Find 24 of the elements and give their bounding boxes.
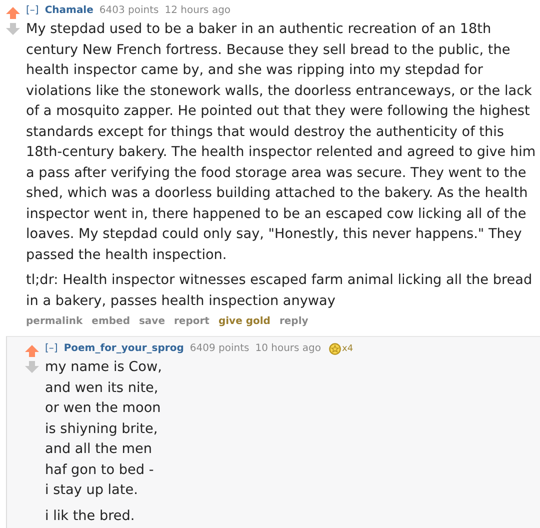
action-link[interactable]: permalink [26, 316, 83, 327]
upvote-arrow-icon[interactable] [25, 345, 39, 357]
comment-text: i lik the bred. [45, 506, 136, 526]
downvote-arrow-icon[interactable] [25, 361, 39, 373]
comment-text: My stepdad used to be a baker in an authentic recreation of an 18th century New French fortress. Because they sell bread to the public, the health inspector came by, and she was ripping into my stepdad for violations like the stonework walls, the doorless entranceways, or the lack of a mosquito zapper. He pointed out that they were following the highest standards except for things that would destroy the authenticity of this 18th-century bakery. The health inspector relented and agreed to give him a pass after verifying the food storage area was secure. They went to the shed, which was a doorless building attached to the bakery. As the health inspector went in, there happened to be an escaped cow licking all of the loaves. My stepdad could only say, "Honestly, this never happens." They passed the health inspection. [26, 20, 537, 264]
downvote-arrow-icon[interactable] [6, 23, 20, 35]
action-link[interactable]: reply [279, 316, 308, 327]
upvote-arrow-icon[interactable] [6, 7, 20, 19]
timestamp: 12 hours ago [164, 4, 231, 18]
comment-text: tl;dr: Health inspector witnesses escaped farm animal licking all the bread in a bakery, passes health inspection anyway [26, 271, 534, 310]
comment-text: my name is Cow, and wen its nite, or wen the moon is shiyning brite, and all the men haf gon to bed - i stay up late. [45, 358, 163, 500]
collapse-link[interactable]: [–] [26, 4, 39, 18]
medal-icon [329, 343, 342, 355]
score: 6409 points [190, 342, 250, 356]
action-link[interactable]: report [174, 316, 210, 327]
score: 6403 points [99, 4, 159, 18]
action-link[interactable]: give gold [218, 316, 270, 327]
author-link[interactable]: Chamale [44, 4, 94, 18]
gild-count: x4 [342, 343, 354, 356]
action-link[interactable]: save [138, 316, 165, 327]
collapse-link[interactable]: [–] [45, 342, 58, 356]
author-link[interactable]: Poem_for_your_sprog [64, 342, 184, 356]
action-link[interactable]: embed [92, 316, 130, 327]
timestamp: 10 hours ago [255, 342, 322, 356]
